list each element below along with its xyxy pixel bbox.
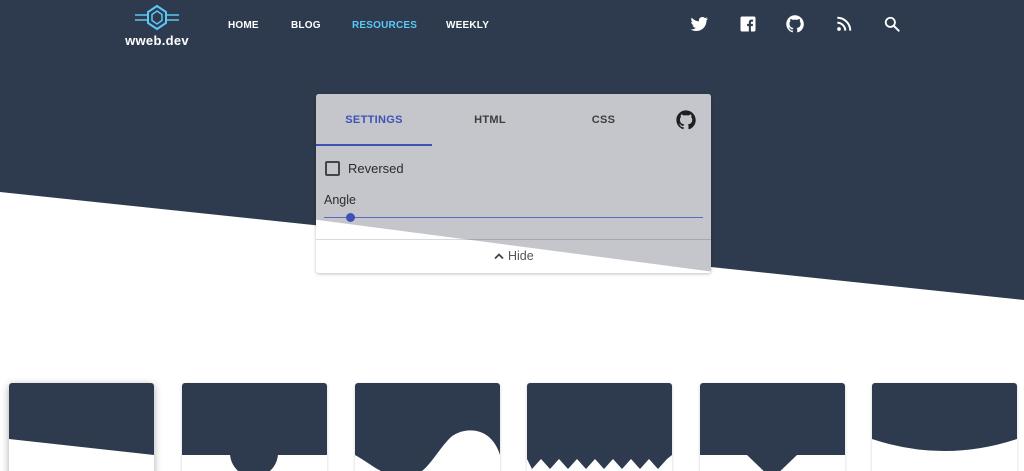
logo-text: wweb.dev [125, 33, 189, 48]
twitter-icon[interactable] [689, 14, 709, 34]
hide-button[interactable]: Hide [316, 240, 711, 273]
tab-html[interactable]: HTML [432, 94, 548, 146]
tab-settings[interactable]: SETTINGS [316, 94, 432, 146]
github-icon[interactable] [675, 109, 697, 131]
triangle-shape [700, 383, 845, 471]
shape-card-zigzag[interactable] [527, 383, 672, 471]
nav-link-weekly[interactable]: WEEKLY [446, 20, 489, 31]
reversed-label: Reversed [348, 161, 404, 176]
nav-link-blog[interactable]: BLOG [291, 20, 321, 31]
rss-icon[interactable] [834, 14, 854, 34]
settings-panel: SETTINGS HTML CSS Reversed Angle Hide [316, 94, 711, 273]
nav-link-home[interactable]: HOME [228, 20, 259, 31]
chevron-up-icon [494, 253, 504, 260]
shape-card-triangle[interactable] [700, 383, 845, 471]
github-icon[interactable] [785, 14, 805, 34]
zigzag-shape [527, 383, 672, 469]
wave-shape [355, 383, 500, 471]
facebook-icon[interactable] [738, 14, 758, 34]
top-navigation: wweb.dev HOME BLOG RESOURCES WEEKLY [0, 0, 1024, 56]
shape-card-circle[interactable] [182, 383, 327, 471]
curve-shape [872, 383, 1017, 451]
shape-card-wave[interactable] [355, 383, 500, 471]
tab-css[interactable]: CSS [548, 94, 659, 146]
search-icon[interactable] [882, 14, 902, 34]
hide-label: Hide [508, 249, 534, 263]
site-logo[interactable]: wweb.dev [122, 4, 192, 48]
circle-shape [182, 383, 327, 471]
logo-icon [135, 4, 179, 31]
angle-slider-thumb[interactable] [346, 213, 356, 222]
nav-link-resources[interactable]: RESOURCES [352, 20, 417, 31]
angle-slider-track[interactable] [324, 217, 703, 218]
reversed-checkbox[interactable] [325, 161, 340, 176]
angle-label: Angle [324, 193, 356, 207]
tab-indicator [316, 144, 432, 146]
slant-shape [9, 383, 154, 455]
shape-card-slant[interactable] [9, 383, 154, 471]
shape-card-curve[interactable] [872, 383, 1017, 471]
